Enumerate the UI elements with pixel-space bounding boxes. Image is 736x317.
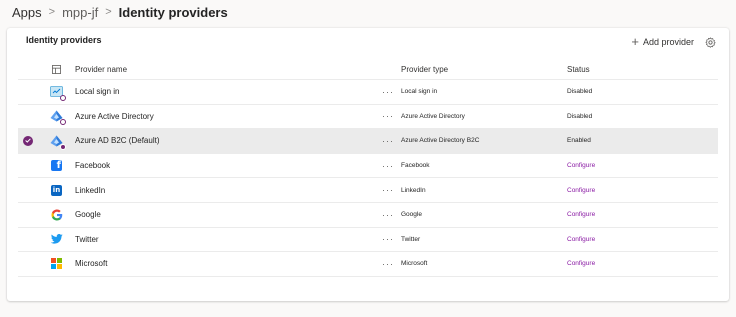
table-row[interactable]: Microsoft ··· Microsoft Configure bbox=[18, 252, 718, 277]
facebook-icon: f bbox=[51, 160, 62, 172]
twitter-icon bbox=[50, 232, 64, 246]
more-options-icon[interactable]: ··· bbox=[375, 161, 401, 171]
provider-type: Facebook bbox=[401, 162, 430, 170]
provider-status: Enabled bbox=[567, 137, 591, 145]
more-options-icon[interactable]: ··· bbox=[375, 136, 401, 146]
microsoft-icon bbox=[51, 258, 62, 270]
more-options-icon[interactable]: ··· bbox=[375, 259, 401, 269]
configure-link[interactable]: Configure bbox=[567, 187, 595, 194]
add-provider-button[interactable]: + Add provider bbox=[631, 34, 694, 49]
table-row[interactable]: f Facebook ··· Facebook Configure bbox=[18, 154, 718, 179]
identity-providers-card: Identity providers + Add provider Provid… bbox=[7, 28, 729, 301]
provider-type: Twitter bbox=[401, 235, 421, 243]
plus-icon: + bbox=[631, 34, 639, 49]
table-row[interactable]: in LinkedIn ··· LinkedIn Configure bbox=[18, 178, 718, 203]
provider-status: Disabled bbox=[567, 112, 593, 120]
enabled-badge-icon bbox=[59, 143, 66, 150]
provider-name: LinkedIn bbox=[75, 185, 106, 195]
header-provider-type[interactable]: Provider type bbox=[401, 65, 567, 74]
breadcrumb: Apps > mpp-jf > Identity providers bbox=[12, 3, 228, 21]
more-options-icon[interactable]: ··· bbox=[375, 185, 401, 195]
table-row[interactable]: Azure Active Directory ··· Azure Active … bbox=[18, 105, 718, 130]
configure-link[interactable]: Configure bbox=[567, 260, 595, 267]
configure-link[interactable]: Configure bbox=[567, 162, 595, 169]
card-actions: + Add provider bbox=[631, 34, 716, 49]
table-row[interactable]: Google ··· Google Configure bbox=[18, 203, 718, 228]
azure-ad-b2c-icon bbox=[50, 134, 66, 150]
breadcrumb-apps[interactable]: Apps bbox=[12, 5, 42, 20]
provider-name: Azure AD B2C (Default) bbox=[75, 136, 160, 146]
table-row[interactable]: Local sign in ··· Local sign in Disabled bbox=[18, 80, 718, 105]
provider-name: Local sign in bbox=[75, 87, 120, 97]
page-title: Identity providers bbox=[118, 4, 228, 20]
more-options-icon[interactable]: ··· bbox=[375, 87, 401, 97]
gear-icon[interactable] bbox=[704, 36, 716, 48]
providers-table: Provider name Provider type Status Local… bbox=[18, 60, 718, 277]
provider-name: Google bbox=[75, 210, 101, 220]
provider-type: Azure Active Directory B2C bbox=[401, 137, 480, 145]
azure-ad-icon bbox=[50, 109, 66, 126]
column-options-icon[interactable] bbox=[38, 65, 75, 74]
local-signin-icon bbox=[50, 85, 66, 101]
google-icon bbox=[50, 208, 64, 222]
more-options-icon[interactable]: ··· bbox=[375, 234, 401, 244]
header-status[interactable]: Status bbox=[567, 65, 590, 74]
chevron-right-icon: > bbox=[105, 6, 112, 18]
configure-link[interactable]: Configure bbox=[567, 211, 595, 218]
disabled-badge-icon bbox=[59, 119, 66, 126]
provider-type: Local sign in bbox=[401, 88, 438, 96]
disabled-badge-icon bbox=[59, 94, 66, 101]
provider-name: Microsoft bbox=[75, 259, 108, 269]
more-options-icon[interactable]: ··· bbox=[375, 111, 401, 121]
configure-link[interactable]: Configure bbox=[567, 236, 595, 243]
table-row-selected[interactable]: Azure AD B2C (Default) ··· Azure Active … bbox=[18, 129, 718, 154]
provider-type: Microsoft bbox=[401, 260, 428, 268]
selected-check-icon[interactable] bbox=[23, 135, 33, 146]
linkedin-icon: in bbox=[51, 184, 62, 196]
more-options-icon[interactable]: ··· bbox=[375, 210, 401, 220]
chevron-right-icon: > bbox=[48, 6, 56, 18]
add-provider-label: Add provider bbox=[642, 37, 694, 47]
provider-name: Facebook bbox=[75, 161, 111, 171]
provider-name: Twitter bbox=[75, 234, 99, 244]
provider-type: Azure Active Directory bbox=[401, 112, 465, 120]
provider-name: Azure Active Directory bbox=[75, 111, 154, 121]
table-header: Provider name Provider type Status bbox=[18, 60, 718, 80]
table-row[interactable]: Twitter ··· Twitter Configure bbox=[18, 228, 718, 253]
provider-type: Google bbox=[401, 211, 422, 219]
header-provider-name[interactable]: Provider name bbox=[75, 65, 375, 74]
provider-type: LinkedIn bbox=[401, 186, 426, 194]
breadcrumb-environment[interactable]: mpp-jf bbox=[62, 5, 98, 20]
provider-status: Disabled bbox=[567, 88, 593, 96]
card-title: Identity providers bbox=[26, 35, 102, 45]
